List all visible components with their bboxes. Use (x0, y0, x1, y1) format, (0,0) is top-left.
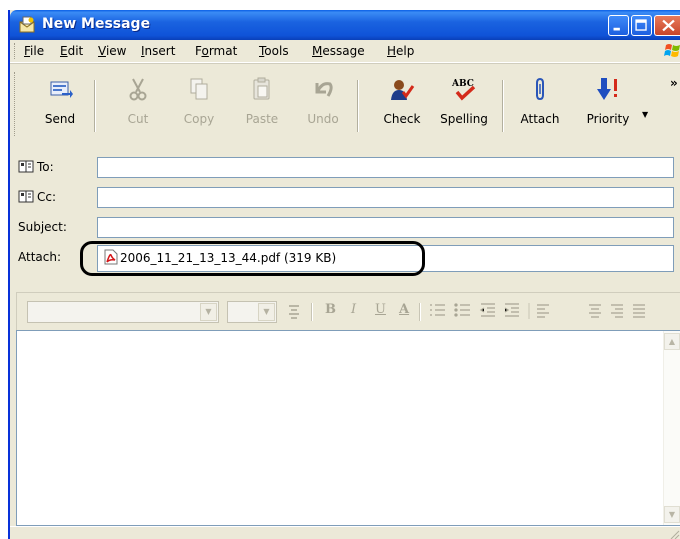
new-message-window: New Message File Edit View Insert Format… (8, 10, 680, 539)
vertical-scrollbar[interactable]: ▲ ▼ (663, 331, 680, 525)
paperclip-icon (536, 77, 544, 101)
undo-icon (315, 82, 333, 97)
increase-indent-icon (504, 303, 519, 317)
send-icon (50, 81, 73, 98)
toolbar-separator (502, 80, 504, 132)
copy-button[interactable]: Copy (169, 74, 229, 138)
spelling-label: Spelling (440, 112, 488, 126)
priority-label: Priority (586, 112, 630, 126)
format-separator (419, 303, 421, 321)
minimize-icon (613, 27, 620, 31)
maximize-button[interactable] (631, 15, 652, 36)
paste-button[interactable]: Paste (232, 74, 292, 138)
cut-label: Cut (127, 112, 149, 126)
menu-insert[interactable]: Insert (141, 44, 175, 58)
toolbar-separator (357, 80, 359, 132)
check-names-icon (391, 80, 415, 100)
menu-edit[interactable]: Edit (60, 44, 83, 58)
copy-icon (190, 78, 208, 100)
align-right-icon (611, 304, 623, 318)
address-book-icon (18, 190, 34, 203)
format-separator (311, 303, 313, 321)
window-title: New Message (42, 16, 151, 32)
subject-label: Subject: (18, 220, 67, 234)
status-bar (10, 526, 680, 539)
maximize-icon (635, 19, 647, 31)
paragraph-style-icon[interactable] (287, 303, 303, 321)
title-bar[interactable]: New Message (10, 10, 680, 40)
copy-label: Copy (183, 112, 215, 126)
scroll-up-icon[interactable]: ▲ (664, 333, 680, 350)
subject-field[interactable] (97, 217, 674, 238)
attach-label: Attach (520, 112, 560, 126)
priority-icon (597, 78, 617, 100)
attachment-highlight-callout (80, 241, 425, 276)
paste-label: Paste (245, 112, 279, 126)
cc-field[interactable] (97, 187, 674, 208)
align-left-icon (537, 304, 549, 318)
check-button[interactable]: Check (372, 74, 432, 138)
numbered-list-icon (430, 304, 445, 316)
send-button[interactable]: Send (30, 74, 90, 138)
windows-logo-icon (664, 44, 680, 57)
font-size-combo[interactable]: ▼ (227, 301, 277, 323)
paste-icon (253, 77, 270, 100)
chevron-down-icon[interactable]: ▼ (200, 303, 217, 321)
justify-icon (633, 304, 645, 318)
menu-file[interactable]: File (24, 44, 44, 58)
scroll-down-icon[interactable]: ▼ (664, 506, 680, 523)
send-label: Send (44, 112, 76, 126)
underline-button[interactable]: U (375, 302, 386, 317)
cc-label: Cc: (37, 190, 57, 204)
undo-button[interactable]: Undo (293, 74, 353, 138)
priority-button[interactable]: Priority (578, 74, 638, 138)
italic-button[interactable]: I (351, 302, 356, 317)
decrease-indent-icon (479, 303, 495, 317)
close-icon (662, 19, 675, 32)
menu-view[interactable]: View (98, 44, 126, 58)
font-name-combo[interactable]: ▼ (27, 301, 219, 323)
spelling-button[interactable]: ABC Spelling (434, 74, 494, 138)
spelling-icon-text: ABC (451, 79, 474, 89)
list-indent-buttons (430, 303, 549, 319)
priority-dropdown-icon[interactable]: ▼ (642, 110, 648, 119)
message-body-editor[interactable]: ▲ ▼ (16, 330, 680, 526)
bulleted-list-icon (454, 303, 470, 317)
formatting-toolbar: ▼ ▼ B I U A (16, 292, 680, 331)
alignment-buttons (589, 304, 645, 318)
scissors-icon (129, 78, 147, 101)
toolbar-grip[interactable] (14, 72, 18, 136)
toolbar: Send Cut Copy Paste Undo Check ABC Spell… (10, 63, 680, 156)
menu-format[interactable]: Format (195, 44, 237, 58)
to-field[interactable] (97, 157, 674, 178)
font-color-button[interactable]: A (399, 302, 409, 317)
spelling-icon: ABC (451, 79, 476, 101)
minimize-button[interactable] (608, 15, 629, 36)
menu-grip[interactable] (14, 43, 18, 59)
menu-bar: File Edit View Insert Format Tools Messa… (10, 40, 680, 63)
cc-label-button[interactable]: Cc: (18, 190, 56, 204)
align-center-icon (589, 304, 601, 318)
address-book-icon (18, 160, 34, 173)
toolbar-separator (94, 80, 96, 132)
cut-button[interactable]: Cut (108, 74, 168, 138)
toolbar-overflow-icon[interactable]: » (670, 76, 678, 90)
attach-label-text: Attach: (18, 250, 62, 264)
to-label-button[interactable]: To: (18, 160, 54, 174)
bold-button[interactable]: B (325, 302, 336, 317)
new-message-icon (19, 16, 35, 33)
attach-button[interactable]: Attach (510, 74, 570, 138)
menu-tools[interactable]: Tools (259, 44, 289, 58)
menu-message[interactable]: Message (312, 44, 365, 58)
undo-label: Undo (307, 112, 339, 126)
menu-help[interactable]: Help (387, 44, 414, 58)
close-button[interactable] (654, 15, 680, 36)
to-label: To: (37, 160, 54, 174)
resize-grip-icon[interactable] (668, 528, 680, 539)
check-label: Check (383, 112, 421, 126)
chevron-down-icon[interactable]: ▼ (258, 303, 275, 321)
